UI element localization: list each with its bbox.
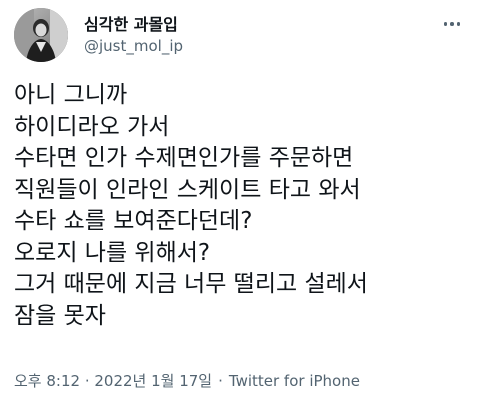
tweet-text-line: 그거 때문에 지금 너무 떨리고 설레서	[14, 271, 368, 297]
more-dot	[456, 22, 461, 26]
tweet-text-line: 직원들이 인라인 스케이트 타고 와서	[14, 176, 361, 203]
tweet-text-line: 잠을 못자	[14, 302, 106, 329]
tweet-timestamp[interactable]: 오후 8:12 · 2022년 1월 17일	[14, 370, 212, 391]
display-name[interactable]: 심각한 과몰입	[84, 11, 178, 35]
user-handle[interactable]: @just_mol_ip	[84, 37, 183, 55]
tweet-text-line: 오로지 나를 위해서?	[14, 239, 211, 266]
tweet-header: 심각한 과몰입 @just_mol_ip	[14, 4, 466, 64]
tweet-source-link[interactable]: Twitter for iPhone	[229, 372, 360, 390]
tweet-meta: 오후 8:12 · 2022년 1월 17일 · Twitter for iPh…	[14, 370, 360, 391]
more-horizontal-icon[interactable]	[438, 14, 466, 34]
meta-separator: ·	[218, 371, 223, 390]
tweet-text: 아니 그니까 하이디라오 가서 수타면 인가 수제면인가를 주문하면 직원들이 …	[14, 80, 466, 332]
more-dot	[450, 22, 454, 26]
tweet-text-line: 하이디라오 가서	[14, 113, 170, 140]
tweet-text-line: 아니 그니까	[14, 82, 128, 108]
tweet: 심각한 과몰입 @just_mol_ip 아니 그니까 하이디라오 가서 수타면…	[0, 0, 480, 403]
more-dot	[443, 22, 448, 26]
tweet-text-line: 수타면 인가 수제면인가를 주문하면	[14, 145, 354, 171]
avatar[interactable]	[14, 8, 68, 62]
tweet-text-line: 수타 쇼를 보여준다던데?	[14, 208, 253, 234]
avatar-image	[14, 8, 68, 62]
